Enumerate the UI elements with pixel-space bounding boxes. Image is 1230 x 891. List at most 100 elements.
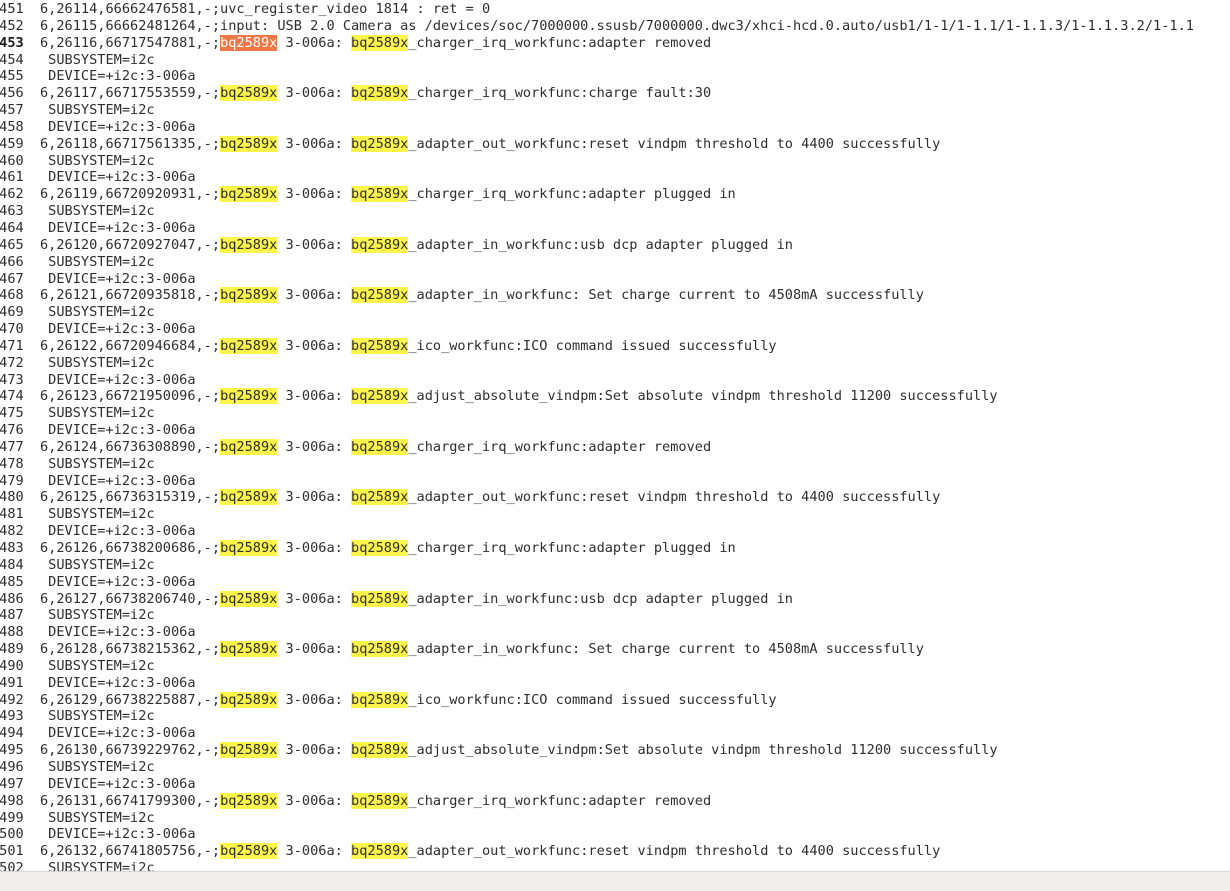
text-segment: 3-006a:: [277, 186, 352, 203]
text-segment: DEVICE=+i2c:3-006a: [40, 775, 196, 792]
line-text: SUBSYSTEM=i2c: [40, 304, 154, 321]
text-segment: SUBSYSTEM=i2c: [40, 51, 155, 68]
line-number: 7475: [0, 405, 24, 422]
line-text: 6,26127,66738206740,-;bq2589x 3-006a: bq…: [40, 590, 793, 608]
line-number: 7491: [0, 674, 24, 691]
search-match-highlight: bq2589x: [220, 843, 278, 860]
line-text: DEVICE=+i2c:3-006a: [40, 220, 195, 237]
line-text: 6,26119,66720920931,-;bq2589x 3-006a: bq…: [40, 186, 736, 203]
line-number: 7496: [0, 758, 24, 775]
search-match-highlight: bq2589x: [351, 641, 409, 658]
line-text: 6,26117,66717553559,-;bq2589x 3-006a: bq…: [40, 85, 711, 102]
text-segment: DEVICE=+i2c:3-006a: [40, 422, 196, 439]
text-segment: _charger_irq_workfunc:adapter plugged in: [408, 186, 736, 203]
line-number: 7482: [0, 523, 24, 540]
text-editor-view[interactable]: 7451 6,26114,66662476581,-;uvc_register_v…: [0, 0, 1230, 871]
search-match-highlight: bq2589x: [220, 287, 278, 304]
text-segment: DEVICE=+i2c:3-006a: [40, 674, 196, 691]
search-match-highlight: bq2589x: [220, 540, 278, 556]
text-segment: 3-006a:: [277, 540, 352, 556]
text-segment: _charger_irq_workfunc:adapter removed: [408, 438, 712, 455]
line-number: 7451: [0, 1, 24, 17]
line-text: DEVICE=+i2c:3-006a: [40, 118, 196, 136]
search-match-highlight: bq2589x: [220, 135, 278, 152]
text-segment: DEVICE=+i2c:3-006a: [40, 523, 196, 540]
line-text: DEVICE=+i2c:3-006a: [40, 826, 195, 843]
text-segment: SUBSYSTEM=i2c: [40, 758, 155, 775]
line-text: 6,26114,66662476581,-;uvc_register_video…: [40, 1, 490, 18]
line-text: 6,26116,66717547881,-;bq2589x 3-006a: bq…: [40, 34, 711, 52]
text-segment: 6,26124,66736308890,-;: [40, 438, 221, 455]
line-text: 6,26132,66741805756,-;bq2589x 3-006a: bq…: [40, 843, 940, 860]
line-text: SUBSYSTEM=i2c: [40, 153, 154, 170]
search-match-highlight: bq2589x: [351, 236, 409, 253]
text-segment: 6,26122,66720946684,-;: [40, 337, 221, 354]
line-number: 7473: [0, 371, 24, 388]
text-segment: SUBSYSTEM=i2c: [40, 253, 155, 270]
text-segment: 6,26125,66736315319,-;: [40, 489, 221, 506]
line-text: SUBSYSTEM=i2c: [40, 355, 154, 372]
text-segment: _charger_irq_workfunc:charge fault:30: [408, 85, 712, 102]
text-segment: SUBSYSTEM=i2c: [40, 102, 155, 119]
line-text: SUBSYSTEM=i2c: [40, 506, 154, 523]
line-number: 7468: [0, 287, 24, 304]
line-number: 7479: [0, 472, 24, 489]
line-number: 7459: [0, 135, 24, 152]
line-text: DEVICE=+i2c:3-006a: [40, 271, 195, 288]
text-segment: 3-006a:: [277, 85, 352, 102]
text-segment: _adapter_out_workfunc:reset vindpm thres…: [408, 489, 941, 506]
text-segment: 3-006a:: [277, 489, 352, 506]
search-match-highlight: bq2589x: [351, 590, 409, 607]
search-match-highlight: bq2589x: [220, 337, 278, 354]
search-match-highlight: bq2589x: [220, 792, 278, 809]
text-segment: _adapter_in_workfunc: Set charge current…: [408, 641, 924, 658]
status-bar: [0, 871, 1230, 891]
text-segment: SUBSYSTEM=i2c: [40, 405, 155, 422]
line-number: 7460: [0, 152, 24, 169]
text-segment: DEVICE=+i2c:3-006a: [40, 118, 196, 135]
text-segment: 6,26129,66738225887,-;: [40, 691, 221, 708]
line-number: 7452: [0, 17, 24, 34]
text-segment: 3-006a:: [277, 34, 352, 51]
line-text: 6,26124,66736308890,-;bq2589x 3-006a: bq…: [40, 438, 712, 456]
text-segment: _ico_workfunc:ICO command issued success…: [408, 337, 777, 354]
line-number: 7495: [0, 742, 24, 759]
text-segment: 3-006a:: [277, 438, 352, 455]
search-match-highlight: bq2589x: [220, 388, 278, 405]
text-segment: DEVICE=+i2c:3-006a: [40, 321, 196, 338]
line-text: 6,26129,66738225887,-;bq2589x 3-006a: bq…: [40, 691, 777, 709]
line-number: 7461: [0, 169, 24, 186]
line-number: 7462: [0, 186, 24, 203]
line-text: SUBSYSTEM=i2c: [40, 51, 155, 69]
line-text: 6,26131,66741799300,-;bq2589x 3-006a: bq…: [40, 792, 711, 810]
line-text: SUBSYSTEM=i2c: [40, 658, 154, 675]
line-number: 7472: [0, 354, 24, 371]
text-segment: 3-006a:: [277, 843, 352, 860]
search-match-highlight: bq2589x: [220, 691, 278, 708]
search-match-highlight: bq2589x: [220, 186, 278, 203]
text-segment: 6,26127,66738206740,-;: [40, 590, 221, 607]
text-segment: 3-006a:: [277, 641, 352, 658]
text-segment: 3-006a:: [277, 388, 352, 405]
text-segment: SUBSYSTEM=i2c: [40, 556, 155, 573]
line-text: DEVICE=+i2c:3-006a: [40, 68, 195, 85]
search-match-highlight: bq2589x: [351, 287, 409, 304]
text-segment: 6,26128,66738215362,-;: [40, 641, 221, 658]
search-match-highlight: bq2589x: [220, 641, 278, 658]
line-text: 6,26125,66736315319,-;bq2589x 3-006a: bq…: [40, 489, 940, 506]
text-segment: 6,26131,66741799300,-;: [40, 792, 221, 809]
search-match-highlight: bq2589x: [220, 438, 278, 455]
line-number: 7484: [0, 556, 24, 573]
line-number: 7492: [0, 691, 24, 708]
line-number: 7477: [0, 438, 24, 455]
line-number: 7457: [0, 102, 24, 119]
line-text: DEVICE=+i2c:3-006a: [40, 574, 195, 591]
line-number: 7454: [0, 51, 24, 68]
line-text: 6,26123,66721950096,-;bq2589x 3-006a: bq…: [40, 388, 998, 405]
text-segment: DEVICE=+i2c:3-006a: [40, 371, 196, 388]
line-text: 6,26126,66738200686,-;bq2589x 3-006a: bq…: [40, 540, 736, 557]
line-number: 7463: [0, 203, 24, 220]
text-segment: DEVICE=+i2c:3-006a: [40, 624, 196, 641]
line-text: SUBSYSTEM=i2c: [40, 405, 155, 422]
text-segment: DEVICE=+i2c:3-006a: [40, 472, 196, 489]
